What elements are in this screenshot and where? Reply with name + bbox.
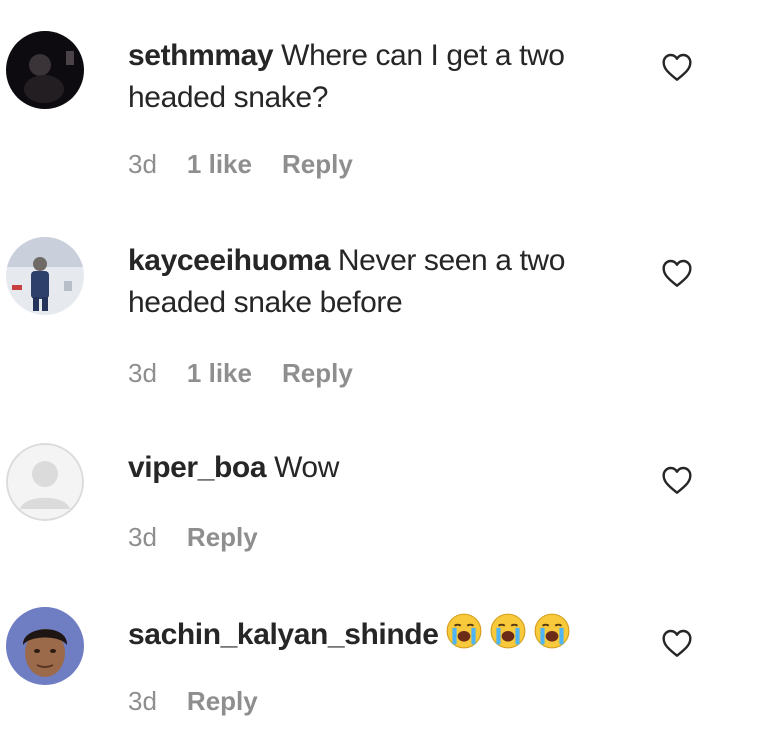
comment-username[interactable]: sethmmay bbox=[128, 39, 274, 72]
comment-time[interactable]: 3d bbox=[128, 149, 157, 180]
heart-outline-icon[interactable] bbox=[661, 258, 693, 288]
loudly-crying-face-icon bbox=[490, 613, 525, 649]
comment-emoji-row bbox=[445, 612, 571, 650]
reply-button[interactable]: Reply bbox=[282, 358, 353, 389]
heart-outline-icon[interactable] bbox=[661, 628, 693, 658]
comment-time[interactable]: 3d bbox=[128, 358, 157, 389]
avatar[interactable] bbox=[6, 607, 84, 685]
avatar[interactable] bbox=[6, 31, 84, 109]
comment-time[interactable]: 3d bbox=[128, 686, 157, 717]
loudly-crying-face-icon bbox=[534, 613, 569, 649]
heart-outline-icon[interactable] bbox=[661, 52, 693, 82]
avatar[interactable] bbox=[6, 443, 84, 521]
comment-username[interactable]: viper_boa bbox=[128, 451, 267, 484]
comment-text: Wow bbox=[274, 451, 339, 484]
comment-time[interactable]: 3d bbox=[128, 522, 157, 553]
reply-button[interactable]: Reply bbox=[187, 686, 258, 717]
reply-button[interactable]: Reply bbox=[187, 522, 258, 553]
loudly-crying-face-icon bbox=[446, 613, 481, 649]
reply-button[interactable]: Reply bbox=[282, 149, 353, 180]
comment-username[interactable]: kayceeihuoma bbox=[128, 244, 330, 277]
comment-username[interactable]: sachin_kalyan_shinde bbox=[128, 618, 439, 651]
avatar[interactable] bbox=[6, 237, 84, 315]
comment-like-count[interactable]: 1 like bbox=[187, 358, 252, 389]
comment-like-count[interactable]: 1 like bbox=[187, 149, 252, 180]
heart-outline-icon[interactable] bbox=[661, 465, 693, 495]
